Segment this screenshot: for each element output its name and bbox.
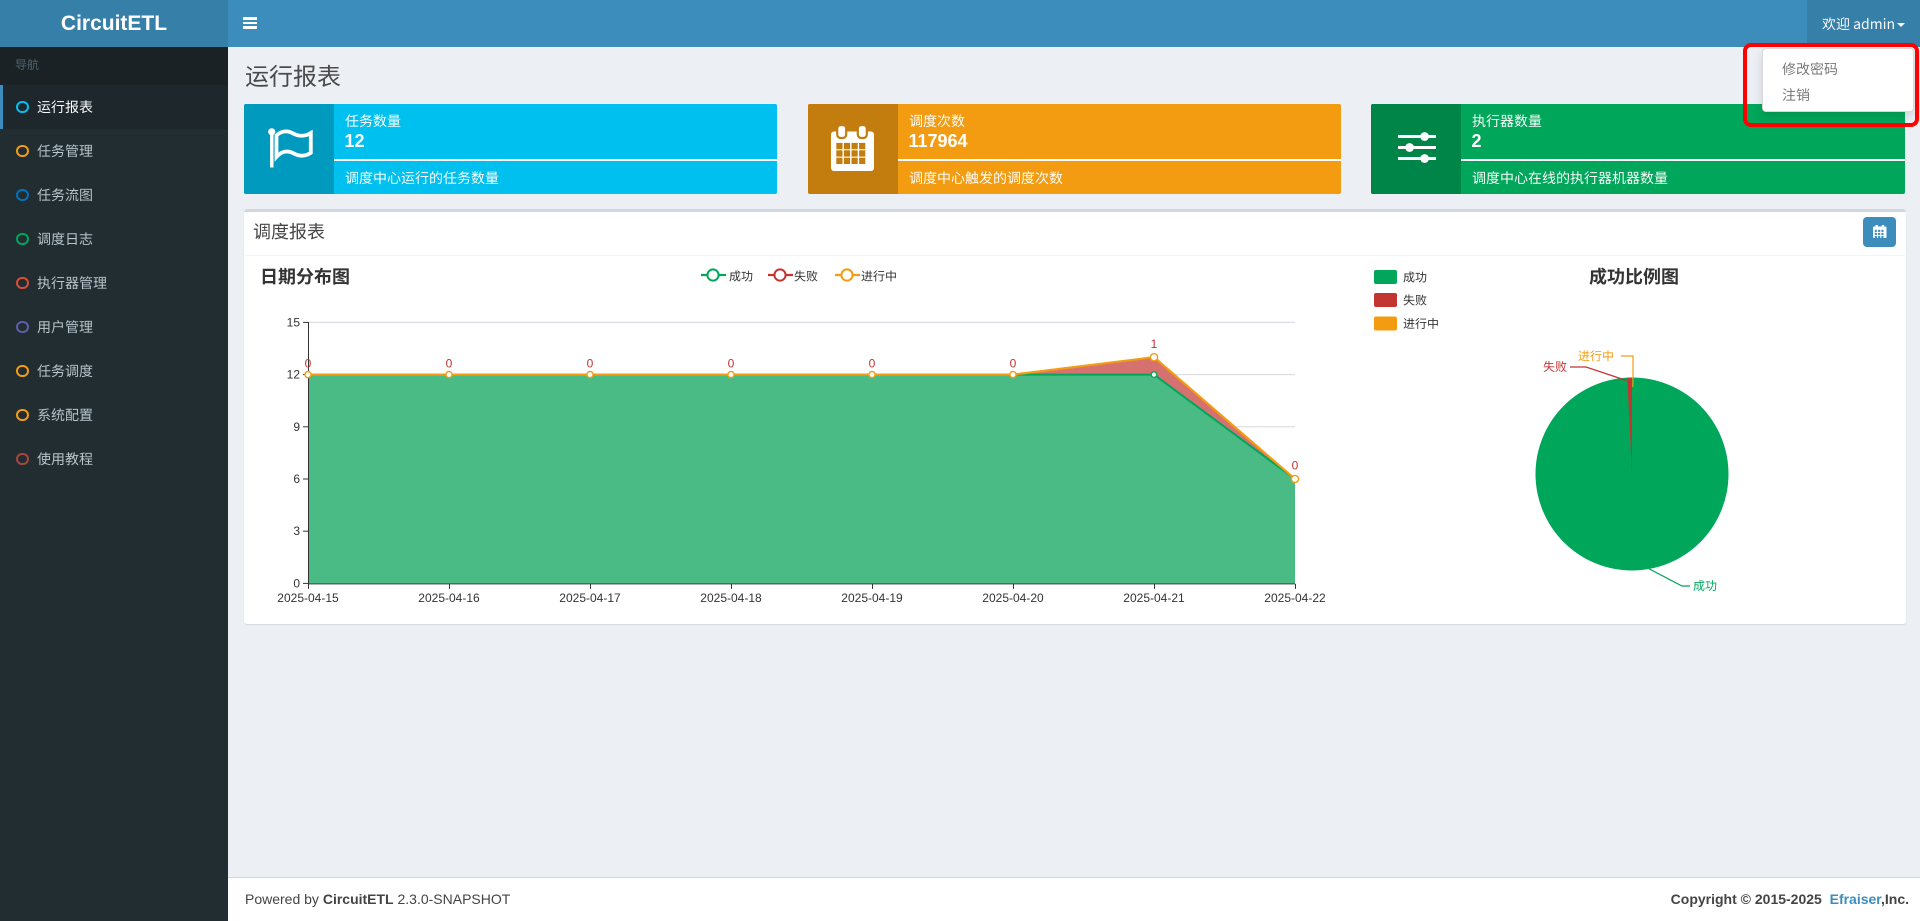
svg-text:0: 0 (587, 356, 594, 370)
svg-text:0: 0 (305, 356, 312, 370)
svg-text:2025-04-17: 2025-04-17 (559, 591, 621, 605)
svg-text:2025-04-21: 2025-04-21 (1123, 591, 1185, 605)
svg-text:0: 0 (1292, 459, 1299, 473)
svg-text:2025-04-16: 2025-04-16 (418, 591, 480, 605)
svg-text:2025-04-20: 2025-04-20 (982, 591, 1044, 605)
svg-text:2025-04-15: 2025-04-15 (277, 591, 339, 605)
svg-text:0: 0 (293, 576, 300, 590)
svg-text:2025-04-19: 2025-04-19 (841, 591, 903, 605)
svg-text:1: 1 (1151, 337, 1158, 351)
svg-text:0: 0 (446, 356, 453, 370)
svg-text:0: 0 (728, 356, 735, 370)
svg-text:12: 12 (287, 368, 301, 382)
svg-text:6: 6 (293, 472, 300, 486)
svg-text:2025-04-22: 2025-04-22 (1264, 591, 1326, 605)
svg-text:0: 0 (869, 356, 876, 370)
svg-text:3: 3 (293, 524, 300, 538)
svg-text:9: 9 (293, 420, 300, 434)
svg-text:0: 0 (1010, 356, 1017, 370)
svg-text:2025-04-18: 2025-04-18 (700, 591, 762, 605)
svg-text:15: 15 (287, 315, 301, 329)
